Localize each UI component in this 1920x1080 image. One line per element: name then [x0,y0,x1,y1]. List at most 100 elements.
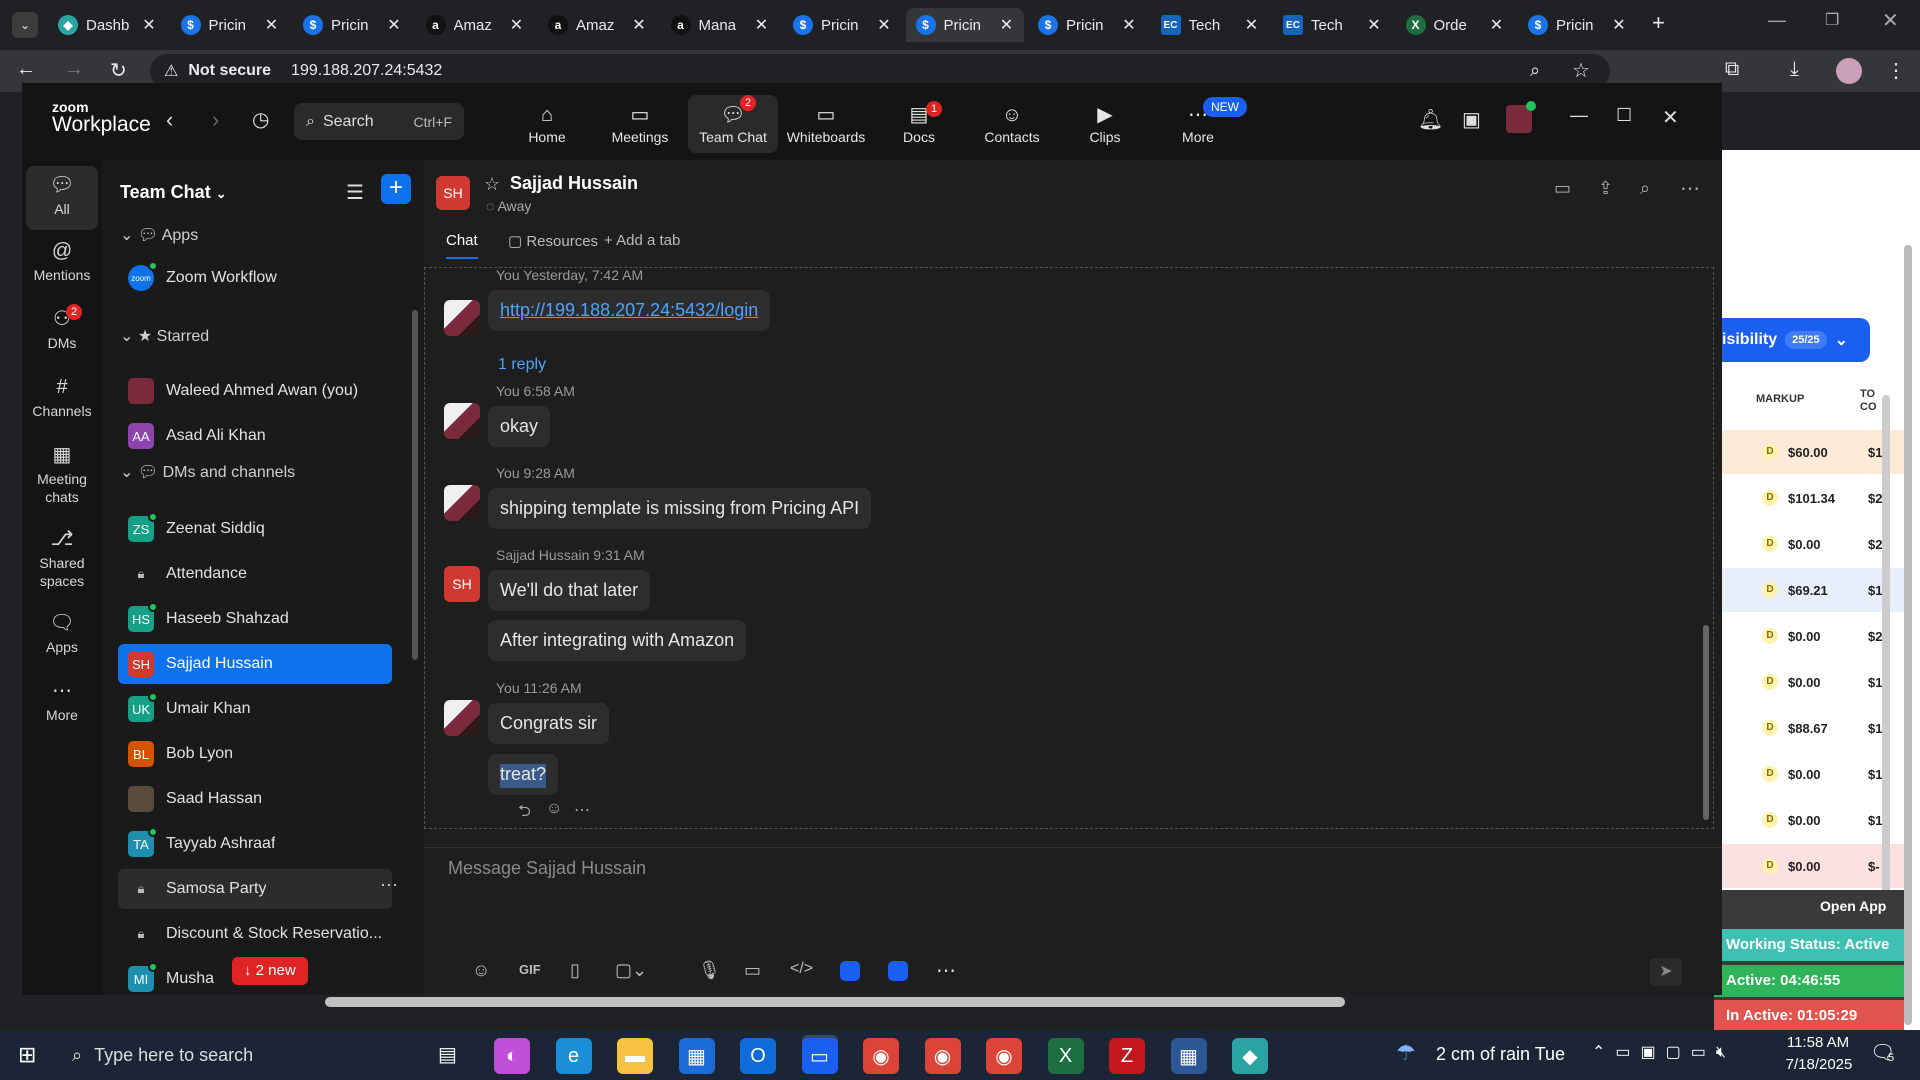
nav-docs[interactable]: ▤ Docs 1 [874,101,964,145]
rail-meeting-chats[interactable]: ▦ Meeting chats [26,440,98,506]
sidebar-title[interactable]: Team Chat ⌄ [120,182,227,203]
app-diamond-icon[interactable]: ◆ [1232,1038,1268,1074]
close-tab-icon[interactable]: ✕ [263,15,281,35]
message-input[interactable]: Message Sajjad Hussain [448,858,1648,879]
rail-dms[interactable]: ⚇ DMs 2 [26,304,98,352]
browser-tab[interactable]: $ Pricin ✕ [293,8,411,42]
close-tab-icon[interactable]: ✕ [1243,15,1261,35]
rail-apps[interactable]: 🗨︎ Apps [26,608,98,656]
sidebar-item[interactable]: UK Umair Khan [118,689,392,729]
sidebar-item[interactable]: TA Tayyab Ashraaf [118,824,392,864]
calendar-icon[interactable]: ▣ [1462,107,1481,132]
sidebar-item[interactable]: 🔒︎ Samosa Party [118,869,392,909]
tab-chat[interactable]: Chat [446,232,478,259]
my-avatar[interactable] [444,485,480,521]
screenshot-icon[interactable]: ▢⌄ [615,960,647,981]
open-app-link[interactable]: Open App [1820,898,1886,914]
chat-more-icon[interactable]: ⋯ [1680,176,1700,201]
app-icon[interactable] [840,961,860,981]
sender-avatar[interactable]: SH [444,566,480,602]
zoom-icon[interactable]: ▭ [801,1038,838,1074]
close-tab-icon[interactable]: ✕ [1610,15,1628,35]
sidebar-item[interactable]: Saad Hassan [118,779,392,819]
taskbar-search[interactable]: ⌕ Type here to search [60,1034,410,1076]
my-avatar[interactable] [444,403,480,439]
tab-search-icon[interactable]: ⌄ [12,12,38,38]
tab-resources[interactable]: ▢ Resources [508,232,598,250]
notifications-icon[interactable]: 🔔︎ [1418,107,1443,132]
close-tab-icon[interactable]: ✕ [753,15,771,35]
back-icon[interactable]: ← [16,58,36,81]
message-scrollbar[interactable] [1703,625,1709,820]
reaction-icon[interactable]: ☺ [546,800,562,818]
minimize-icon[interactable]: — [1570,105,1588,126]
message-more-icon[interactable]: ⋯ [574,800,590,820]
history-icon[interactable]: ◷ [252,107,269,132]
close-tab-icon[interactable]: ✕ [508,15,526,35]
sidebar-scrollbar[interactable] [412,310,418,660]
close-tab-icon[interactable]: ✕ [1365,15,1383,35]
task-view-icon[interactable]: ▤ [438,1042,457,1067]
emoji-icon[interactable]: ☺ [472,960,490,981]
gif-icon[interactable]: GIF [519,962,541,977]
browser-tab[interactable]: ◆ Dashb ✕ [48,8,166,42]
excel-icon[interactable]: X [1047,1038,1084,1074]
contact-avatar[interactable]: SH [436,176,470,210]
close-tab-icon[interactable]: ✕ [1120,15,1138,35]
sidebar-item[interactable]: ZS Zeenat Siddiq [118,509,392,549]
close-tab-icon[interactable]: ✕ [140,15,158,35]
chrome-icon[interactable]: ◉ [863,1038,899,1074]
share-screen-icon[interactable]: ⇪ [1598,178,1613,199]
rail-mentions[interactable]: @ Mentions [26,236,98,284]
app-icon-2[interactable] [888,961,908,981]
nav-whiteboards[interactable]: ▭ Whiteboards [781,101,871,145]
system-tray[interactable]: ⌃▭▣▢▭🔇︎ [1592,1042,1736,1062]
rail-channels[interactable]: # Channels [26,372,98,420]
nav-home[interactable]: ⌂ Home [502,101,592,145]
store-icon[interactable]: ▦ [678,1038,715,1074]
calculator-icon[interactable]: ▦ [1170,1038,1207,1074]
microphone-icon[interactable]: 🎙︎ [698,960,721,981]
sidebar-item[interactable]: HS Haseeb Shahzad [118,599,392,639]
outlook-icon[interactable]: O [740,1038,776,1074]
horizontal-scrollbar[interactable] [325,997,1345,1007]
more-tools-icon[interactable]: ⋯ [936,958,956,983]
browser-tab[interactable]: $ Pricin ✕ [783,8,901,42]
bookmark-star-icon[interactable]: ☆ [1572,58,1590,83]
message-link[interactable]: http://199.188.207.24:5432/login [488,290,771,331]
rail-shared-spaces[interactable]: ⎇ Shared spaces [26,524,98,590]
new-chat-button[interactable]: + [381,174,411,204]
scrollbar[interactable] [1882,395,1890,965]
close-window-icon[interactable]: ✕ [1882,8,1899,33]
close-tab-icon[interactable]: ✕ [630,15,648,35]
restore-window-icon[interactable]: ❐ [1825,10,1839,30]
new-messages-pill[interactable]: ↓ 2 new [232,957,308,985]
clock-time[interactable]: 11:58 AM [1778,1034,1858,1051]
send-icon[interactable]: ➤ [1650,958,1682,986]
maximize-icon[interactable]: ☐ [1616,105,1632,126]
section-dms[interactable]: ⌄ 💬︎ DMs and channels [120,462,295,482]
sidebar-item[interactable]: Waleed Ahmed Awan (you) [118,371,392,411]
browser-tab[interactable]: $ Pricin ✕ [1518,8,1636,42]
sidebar-item[interactable]: zoom Zoom Workflow [118,258,392,298]
nav-contacts[interactable]: ☺ Contacts [967,101,1057,145]
weather-text[interactable]: 2 cm of rain Tue [1436,1044,1565,1065]
sidebar-item[interactable]: BL Bob Lyon [118,734,392,774]
sidebar-item[interactable]: 🔒︎ Discount & Stock Reservatio... [118,914,392,954]
file-explorer-icon[interactable]: ▬ [617,1038,653,1074]
browser-tab[interactable]: EC Tech ✕ [1151,8,1269,42]
extensions-icon[interactable]: ⧉ [1725,58,1739,81]
chat-search-icon[interactable]: ⌕ [1640,178,1650,199]
chrome-profile-2-icon[interactable]: ◉ [986,1038,1022,1074]
edge-icon[interactable]: e [555,1038,592,1074]
browser-menu-icon[interactable]: ⋮ [1886,58,1906,83]
user-avatar[interactable] [1506,101,1536,133]
back-arrow-icon[interactable]: ‹ [166,107,173,133]
reply-icon[interactable]: ⮌ [518,800,531,827]
nav-team-chat[interactable]: 💬︎ Team Chat 2 [688,95,778,153]
download-icon[interactable]: ⤓ [1790,58,1799,81]
samosa-more-icon[interactable]: ⋯ [380,875,398,896]
page-scrollbar[interactable] [1904,245,1912,1025]
my-avatar[interactable] [444,700,480,736]
close-tab-icon[interactable]: ✕ [998,15,1016,35]
